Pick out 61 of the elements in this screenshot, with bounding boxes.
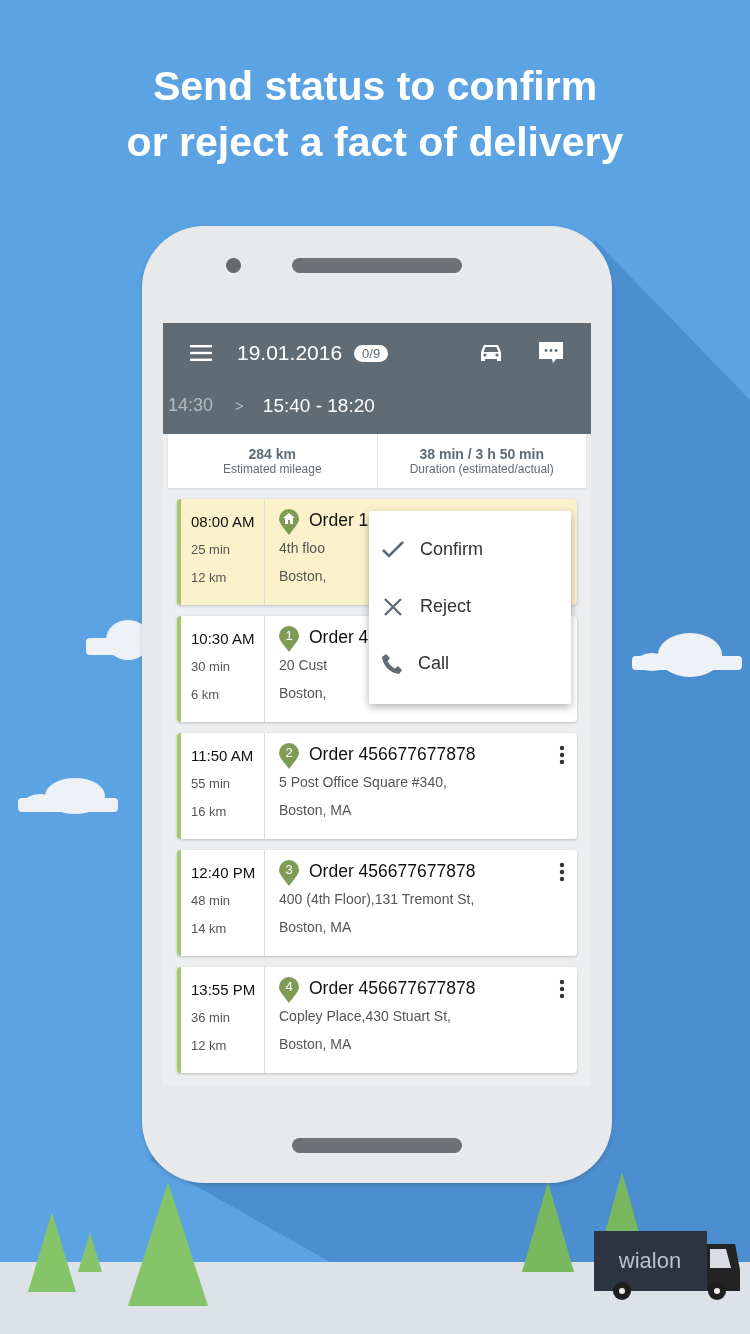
order-card[interactable]: 13:55 PM 36 min 12 km 4 Order 456677677878 Copley Place,430 Stuart St, Boston, MA bbox=[177, 967, 577, 1073]
menu-item[interactable]: Reject bbox=[369, 578, 571, 635]
order-duration: 55 min bbox=[191, 776, 232, 792]
order-time: 12:40 PM bbox=[191, 864, 257, 882]
logo-text: wialon bbox=[618, 1248, 682, 1273]
summary-value: 38 min / 3 h 50 min bbox=[419, 446, 544, 462]
order-address: 400 (4th Floor),131 Tremont St, bbox=[279, 891, 475, 907]
time-slot[interactable]: 15:40 - 18:20 bbox=[262, 394, 375, 417]
order-duration: 48 min bbox=[191, 893, 232, 909]
numbered-pin: 4 bbox=[279, 977, 299, 1003]
order-address: 4th floo bbox=[279, 540, 325, 556]
order-time: 11:50 AM bbox=[191, 747, 255, 765]
car-icon[interactable] bbox=[479, 343, 503, 364]
order-title: Order 1 bbox=[309, 509, 369, 531]
order-title: Order 456677677878 bbox=[309, 977, 476, 999]
chevron-icon: > bbox=[235, 397, 244, 415]
menu-icon[interactable] bbox=[190, 345, 212, 362]
order-time: 13:55 PM bbox=[191, 981, 257, 999]
order-time: 10:30 AM bbox=[191, 630, 256, 648]
order-address: Boston, MA bbox=[279, 1036, 352, 1052]
order-address: Boston, MA bbox=[279, 919, 352, 935]
chat-icon[interactable] bbox=[539, 342, 563, 365]
menu-item[interactable]: Confirm bbox=[369, 521, 571, 578]
order-duration: 25 min bbox=[191, 542, 232, 558]
more-icon[interactable] bbox=[559, 979, 565, 999]
order-card[interactable]: 11:50 AM 55 min 16 km 2 Order 456677677878 5 Post Office Square #340, Boston, MA bbox=[177, 733, 577, 839]
numbered-pin: 1 bbox=[279, 626, 299, 652]
summary-label: Estimated mileage bbox=[222, 462, 322, 476]
summary-value: 284 km bbox=[248, 446, 296, 462]
home-pin-icon bbox=[279, 509, 299, 535]
order-address: Boston, MA bbox=[279, 802, 352, 818]
phone-icon bbox=[382, 653, 402, 674]
numbered-pin: 3 bbox=[279, 860, 299, 886]
progress-badge: 0/9 bbox=[354, 344, 389, 362]
order-distance: 12 km bbox=[191, 1038, 228, 1054]
order-distance: 14 km bbox=[191, 921, 228, 937]
order-address: 20 Cust bbox=[279, 657, 328, 673]
date-title: 19.01.2016 bbox=[237, 341, 343, 366]
menu-item[interactable]: Call bbox=[369, 635, 571, 692]
order-address: Boston, bbox=[279, 568, 327, 584]
order-address: Boston, bbox=[279, 685, 327, 701]
camera-icon bbox=[226, 258, 241, 273]
order-duration: 36 min bbox=[191, 1010, 232, 1026]
order-address: Copley Place,430 Stuart St, bbox=[279, 1008, 451, 1024]
numbered-pin: 2 bbox=[279, 743, 299, 769]
order-title: Order 456677677878 bbox=[309, 743, 476, 765]
order-card[interactable]: 12:40 PM 48 min 14 km 3 Order 456677677878 400 (4th Floor),131 Tremont St, Boston, MA bbox=[177, 850, 577, 956]
order-title: Order 4 bbox=[309, 626, 369, 648]
headline: Send status to confirm or reject a fact of delivery bbox=[125, 62, 625, 167]
order-time: 08:00 AM bbox=[191, 513, 256, 531]
more-icon[interactable] bbox=[559, 862, 565, 882]
more-icon[interactable] bbox=[559, 745, 565, 765]
order-distance: 6 km bbox=[191, 687, 221, 703]
order-title: Order 456677677878 bbox=[309, 860, 476, 882]
order-distance: 12 km bbox=[191, 570, 228, 586]
summary-label: Duration (estimated/actual) bbox=[409, 462, 554, 476]
close-icon bbox=[384, 597, 402, 616]
order-duration: 30 min bbox=[191, 659, 232, 675]
order-address: 5 Post Office Square #340, bbox=[279, 774, 447, 790]
order-distance: 16 km bbox=[191, 804, 228, 820]
check-icon bbox=[382, 541, 404, 558]
